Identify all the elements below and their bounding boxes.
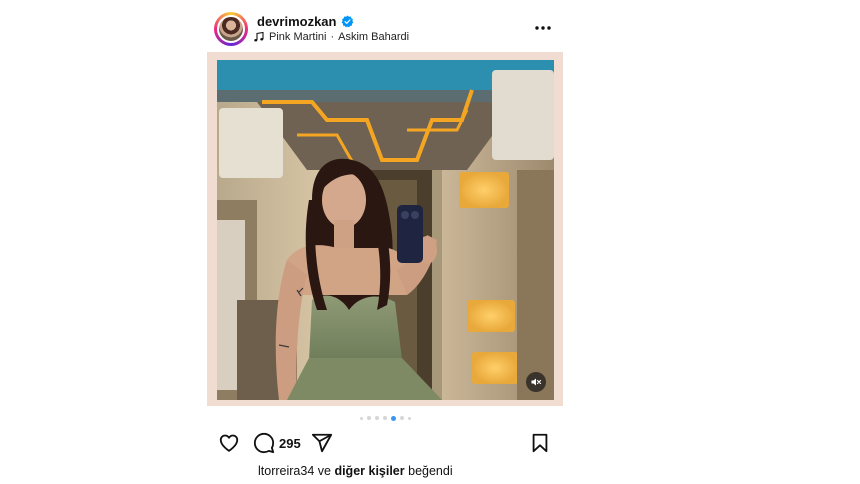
more-options-icon[interactable] [533, 20, 553, 36]
music-note-icon [254, 31, 264, 42]
liked-by-user[interactable]: ltorreira34 [258, 464, 314, 478]
liked-by-connector: ve [317, 464, 331, 478]
liked-by-suffix: beğendi [408, 464, 453, 478]
carousel-dot [374, 416, 379, 420]
song-artist: Pink Martini [269, 31, 327, 43]
story-ring[interactable] [214, 12, 248, 46]
username-row: devrimozkan [257, 14, 354, 29]
post-photo[interactable] [217, 60, 554, 400]
liked-by-others[interactable]: diğer kişiler [334, 464, 404, 478]
heart-icon[interactable] [218, 432, 240, 454]
carousel-dot-active [390, 415, 396, 421]
post-media-frame [207, 52, 563, 406]
carousel-indicator [205, 415, 565, 421]
liked-by-line[interactable]: ltorreira34 ve diğer kişiler beğendi [258, 464, 453, 478]
muted-speaker-icon [531, 378, 542, 386]
audio-attribution[interactable]: Pink Martini · Askim Bahardi [253, 31, 409, 43]
send-icon[interactable] [311, 432, 333, 454]
instagram-post: devrimozkan Pink Martini · Askim Bahardi [205, 0, 565, 484]
photo-illustration [217, 60, 554, 400]
verified-badge-icon [342, 15, 354, 28]
bookmark-icon[interactable] [529, 432, 551, 454]
song-title: Askim Bahardi [338, 31, 410, 43]
carousel-dot [382, 416, 387, 420]
mute-toggle-button[interactable] [526, 372, 546, 392]
comment-count[interactable]: 295 [279, 436, 301, 451]
song-separator: · [330, 31, 335, 43]
post-header: devrimozkan Pink Martini · Askim Bahardi [205, 8, 565, 50]
carousel-dot [359, 416, 363, 420]
username[interactable]: devrimozkan [257, 14, 336, 29]
carousel-dot [399, 416, 404, 420]
comment-icon[interactable] [253, 432, 275, 454]
action-bar: 295 [205, 430, 565, 456]
avatar[interactable] [217, 15, 245, 43]
carousel-dot [407, 416, 411, 420]
carousel-dot [366, 416, 371, 420]
